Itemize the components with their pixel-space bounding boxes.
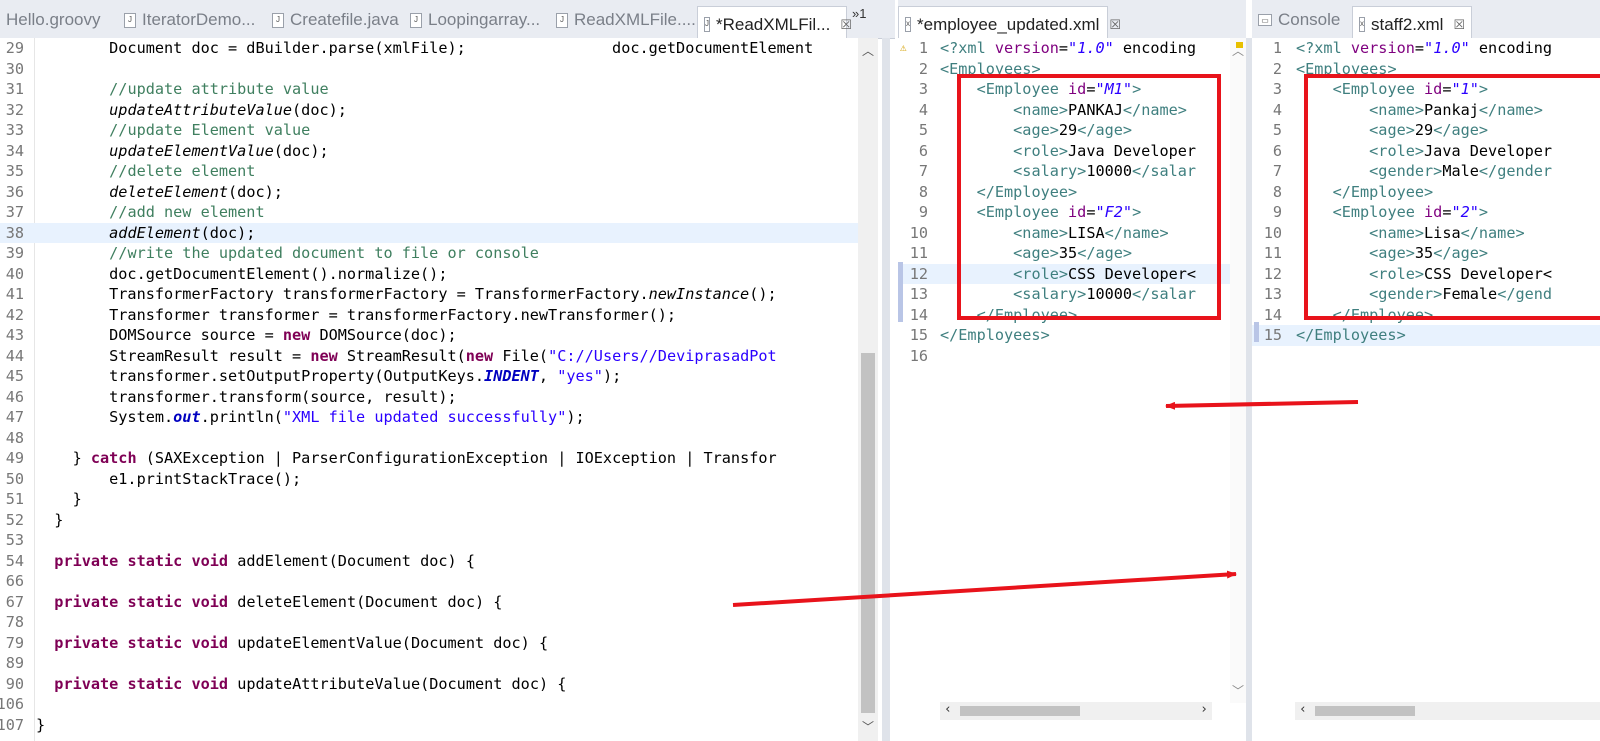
annotation-arrows xyxy=(732,400,1359,607)
arrow-right xyxy=(732,570,1237,607)
arrow-left xyxy=(1165,400,1359,410)
